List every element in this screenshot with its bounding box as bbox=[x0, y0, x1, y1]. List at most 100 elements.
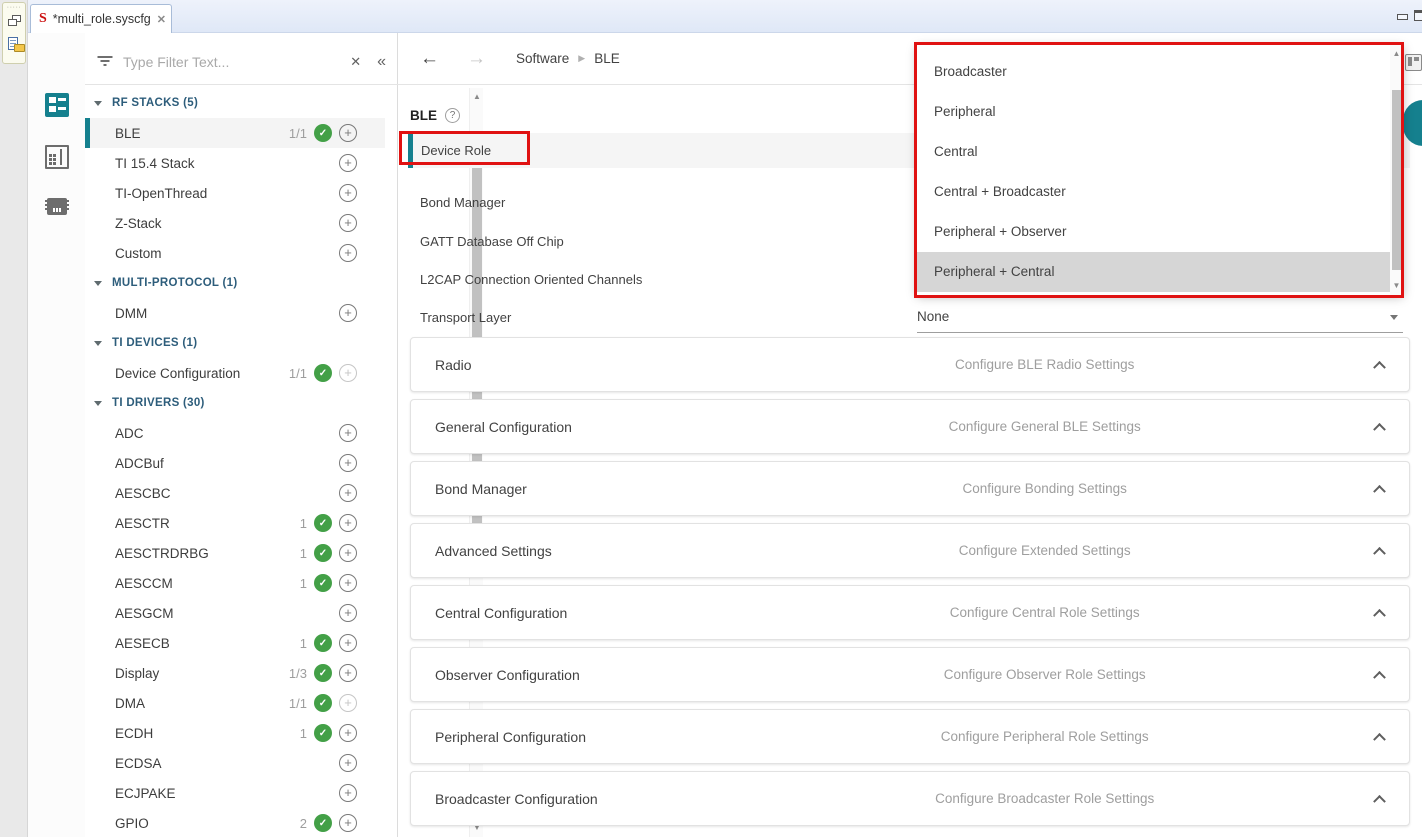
accordion-broadcaster-configuration[interactable]: Broadcaster ConfigurationConfigure Broad… bbox=[410, 771, 1410, 826]
dropdown-option-central-broadcaster[interactable]: Central + Broadcaster bbox=[917, 172, 1390, 212]
tree-item-device-configuration[interactable]: Device Configuration1/1✓+ bbox=[85, 358, 385, 388]
transport-layer-select[interactable]: None bbox=[917, 303, 1403, 333]
tree-item-ecdh[interactable]: ECDH1✓+ bbox=[85, 718, 385, 748]
breadcrumb-software[interactable]: Software bbox=[516, 51, 569, 66]
add-instance-icon[interactable]: + bbox=[339, 634, 357, 652]
tree-category-rf-stacks-5-[interactable]: RF STACKS (5) bbox=[85, 88, 385, 118]
dropdown-scrollbar[interactable]: ▲ ▼ bbox=[1390, 45, 1403, 295]
tree-item-adcbuf[interactable]: ADCBuf+ bbox=[85, 448, 385, 478]
device-view-icon[interactable] bbox=[45, 195, 69, 219]
add-instance-icon[interactable]: + bbox=[339, 184, 357, 202]
tree-item-ecdsa[interactable]: ECDSA+ bbox=[85, 748, 385, 778]
filter-input[interactable] bbox=[123, 54, 350, 70]
collapse-chevron-icon[interactable] bbox=[1349, 422, 1409, 431]
add-instance-icon[interactable]: + bbox=[339, 424, 357, 442]
collapse-chevron-icon[interactable] bbox=[1349, 546, 1409, 555]
config-row-bond-manager[interactable]: Bond Manager bbox=[420, 188, 505, 218]
tree-item-aesctrdrbg[interactable]: AESCTRDRBG1✓+ bbox=[85, 538, 385, 568]
collapse-chevron-icon[interactable] bbox=[1349, 794, 1409, 803]
config-row-transport-layer[interactable]: Transport Layer bbox=[420, 303, 511, 333]
tree-item-ecjpake[interactable]: ECJPAKE+ bbox=[85, 778, 385, 808]
add-instance-icon[interactable]: + bbox=[339, 814, 357, 832]
add-instance-icon[interactable]: + bbox=[339, 724, 357, 742]
panel-toggle-icon[interactable] bbox=[1405, 54, 1422, 71]
add-instance-icon[interactable]: + bbox=[339, 244, 357, 262]
tree-item-custom[interactable]: Custom+ bbox=[85, 238, 385, 268]
tree-item-display[interactable]: Display1/3✓+ bbox=[85, 658, 385, 688]
dropdown-option-peripheral-observer[interactable]: Peripheral + Observer bbox=[917, 212, 1390, 252]
tree-item-aesgcm[interactable]: AESGCM+ bbox=[85, 598, 385, 628]
dropdown-option-peripheral[interactable]: Peripheral bbox=[917, 92, 1390, 132]
collapse-arrow-icon[interactable] bbox=[94, 341, 102, 346]
breadcrumb-ble[interactable]: BLE bbox=[594, 51, 620, 66]
collapse-chevron-icon[interactable] bbox=[1349, 608, 1409, 617]
collapse-chevron-icon[interactable] bbox=[1349, 670, 1409, 679]
add-instance-icon[interactable]: + bbox=[339, 484, 357, 502]
board-view-icon[interactable] bbox=[45, 145, 69, 169]
dropdown-option-peripheral-central[interactable]: Peripheral + Central bbox=[917, 252, 1390, 292]
config-row-l2cap-connection-oriented-channels[interactable]: L2CAP Connection Oriented Channels bbox=[420, 265, 642, 295]
clear-filter-icon[interactable]: ✕ bbox=[350, 54, 361, 70]
tree-item-aesctr[interactable]: AESCTR1✓+ bbox=[85, 508, 385, 538]
collapse-chevron-icon[interactable] bbox=[1349, 484, 1409, 493]
add-instance-icon[interactable]: + bbox=[339, 574, 357, 592]
add-instance-icon[interactable]: + bbox=[339, 544, 357, 562]
collapse-panel-icon[interactable]: « bbox=[377, 54, 386, 70]
accordion-general-configuration[interactable]: General ConfigurationConfigure General B… bbox=[410, 399, 1410, 454]
tree-item-gpio[interactable]: GPIO2✓+ bbox=[85, 808, 385, 838]
accordion-advanced-settings[interactable]: Advanced SettingsConfigure Extended Sett… bbox=[410, 523, 1410, 578]
dropdown-option-broadcaster[interactable]: Broadcaster bbox=[917, 52, 1390, 92]
maximize-window-icon[interactable] bbox=[1414, 10, 1422, 21]
add-instance-icon[interactable]: + bbox=[339, 604, 357, 622]
editor-tab[interactable]: S *multi_role.syscfg ✕ bbox=[30, 4, 172, 33]
file-explorer-icon[interactable] bbox=[8, 37, 24, 55]
drag-handle-icon[interactable]: ∙∙∙∙∙ bbox=[7, 5, 25, 11]
collapse-arrow-icon[interactable] bbox=[94, 281, 102, 286]
accordion-radio[interactable]: RadioConfigure BLE Radio Settings bbox=[410, 337, 1410, 392]
tree-item-ti-15-4-stack[interactable]: TI 15.4 Stack+ bbox=[85, 148, 385, 178]
tree-item-aesccm[interactable]: AESCCM1✓+ bbox=[85, 568, 385, 598]
add-instance-icon[interactable]: + bbox=[339, 304, 357, 322]
tree-item-dma[interactable]: DMA1/1✓+ bbox=[85, 688, 385, 718]
dropdown-option-central[interactable]: Central bbox=[917, 132, 1390, 172]
scroll-down-icon[interactable]: ▼ bbox=[1390, 279, 1403, 293]
dropdown-scrollbar-thumb[interactable] bbox=[1392, 90, 1401, 270]
help-icon[interactable]: ? bbox=[445, 108, 460, 123]
collapse-chevron-icon[interactable] bbox=[1349, 360, 1409, 369]
add-instance-icon[interactable]: + bbox=[339, 454, 357, 472]
tab-close-icon[interactable]: ✕ bbox=[157, 13, 166, 26]
tree-item-adc[interactable]: ADC+ bbox=[85, 418, 385, 448]
tree-item-dmm[interactable]: DMM+ bbox=[85, 298, 385, 328]
software-panel-icon[interactable] bbox=[45, 93, 69, 117]
tree-item-ti-openthread[interactable]: TI-OpenThread+ bbox=[85, 178, 385, 208]
tree-category-ti-devices-1-[interactable]: TI DEVICES (1) bbox=[85, 328, 385, 358]
config-row-gatt-database-off-chip[interactable]: GATT Database Off Chip bbox=[420, 227, 564, 257]
scroll-up-icon[interactable]: ▲ bbox=[1390, 47, 1403, 61]
scroll-up-icon[interactable]: ▲ bbox=[470, 90, 484, 104]
forward-button[interactable]: → bbox=[467, 48, 486, 70]
tree-item-aesecb[interactable]: AESECB1✓+ bbox=[85, 628, 385, 658]
collapse-arrow-icon[interactable] bbox=[94, 401, 102, 406]
tree-item-ble[interactable]: BLE1/1✓+ bbox=[85, 118, 385, 148]
add-instance-icon[interactable]: + bbox=[339, 154, 357, 172]
tree-item-aescbc[interactable]: AESCBC+ bbox=[85, 478, 385, 508]
collapse-chevron-icon[interactable] bbox=[1349, 732, 1409, 741]
accordion-observer-configuration[interactable]: Observer ConfigurationConfigure Observer… bbox=[410, 647, 1410, 702]
tree-item-z-stack[interactable]: Z-Stack+ bbox=[85, 208, 385, 238]
accordion-central-configuration[interactable]: Central ConfigurationConfigure Central R… bbox=[410, 585, 1410, 640]
tree-category-ti-drivers-30-[interactable]: TI DRIVERS (30) bbox=[85, 388, 385, 418]
restore-view-icon[interactable] bbox=[8, 15, 24, 29]
add-instance-icon[interactable]: + bbox=[339, 784, 357, 802]
add-instance-icon[interactable]: + bbox=[339, 754, 357, 772]
add-instance-icon[interactable]: + bbox=[339, 214, 357, 232]
back-button[interactable]: ← bbox=[420, 48, 439, 70]
add-instance-icon[interactable]: + bbox=[339, 694, 357, 712]
add-instance-icon[interactable]: + bbox=[339, 364, 357, 382]
collapse-arrow-icon[interactable] bbox=[94, 101, 102, 106]
add-instance-icon[interactable]: + bbox=[339, 514, 357, 532]
accordion-peripheral-configuration[interactable]: Peripheral ConfigurationConfigure Periph… bbox=[410, 709, 1410, 764]
minimize-window-icon[interactable] bbox=[1397, 14, 1408, 20]
accordion-bond-manager[interactable]: Bond ManagerConfigure Bonding Settings bbox=[410, 461, 1410, 516]
tree-category-multi-protocol-1-[interactable]: MULTI-PROTOCOL (1) bbox=[85, 268, 385, 298]
add-instance-icon[interactable]: + bbox=[339, 664, 357, 682]
